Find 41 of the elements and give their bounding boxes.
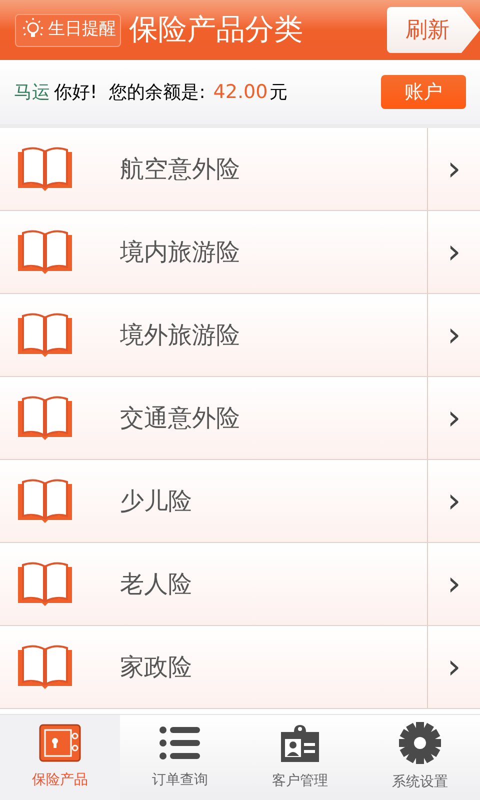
tab[interactable]: 订单查询 (120, 715, 240, 800)
safe-icon (39, 724, 81, 762)
book-icon (16, 312, 74, 358)
chevron-icon: › (447, 650, 461, 684)
chevron-icon: › (447, 318, 461, 352)
currency-unit: 元 (270, 80, 288, 104)
book-icon (16, 146, 74, 192)
category-label: 境外旅游险 (120, 320, 241, 351)
chevron-icon: › (447, 567, 461, 601)
book-icon (16, 561, 74, 607)
chevron-icon: › (447, 235, 461, 269)
tab[interactable]: 系统设置 (360, 715, 480, 800)
category-label: 少儿险 (120, 486, 193, 517)
category-row[interactable]: 少儿险 › (0, 460, 480, 543)
category-label: 交通意外险 (120, 403, 241, 434)
category-row[interactable]: 境内旅游险 › (0, 211, 480, 294)
category-row[interactable]: 境外旅游险 › (0, 294, 480, 377)
book-icon (16, 478, 74, 524)
book-icon (16, 395, 74, 441)
chevron-icon: › (447, 152, 461, 186)
user-name: 马运 (14, 80, 50, 104)
category-label: 家政险 (120, 652, 193, 683)
chevron-icon: › (447, 401, 461, 435)
page-title: 保险产品分类 (129, 11, 303, 48)
category-label: 航空意外险 (120, 154, 241, 185)
list-icon (159, 724, 201, 762)
category-row[interactable]: 航空意外险 › (0, 128, 480, 211)
settings-icon (399, 722, 441, 764)
category-row[interactable]: 老人险 › (0, 543, 480, 626)
category-label: 老人险 (120, 569, 193, 600)
chevron-icon: › (447, 484, 461, 518)
book-icon (16, 229, 74, 275)
balance-amount: 42.00 (213, 80, 268, 105)
category-row[interactable]: 交通意外险 › (0, 377, 480, 460)
book-icon (16, 644, 74, 690)
category-label: 境内旅游险 (120, 237, 241, 268)
id-badge-icon (279, 723, 321, 763)
category-row[interactable]: 家政险 › (0, 626, 480, 709)
greeting-text: 你好! (54, 80, 98, 104)
tab[interactable]: 客户管理 (240, 715, 360, 800)
balance-label: 您的余额是: (109, 80, 206, 104)
